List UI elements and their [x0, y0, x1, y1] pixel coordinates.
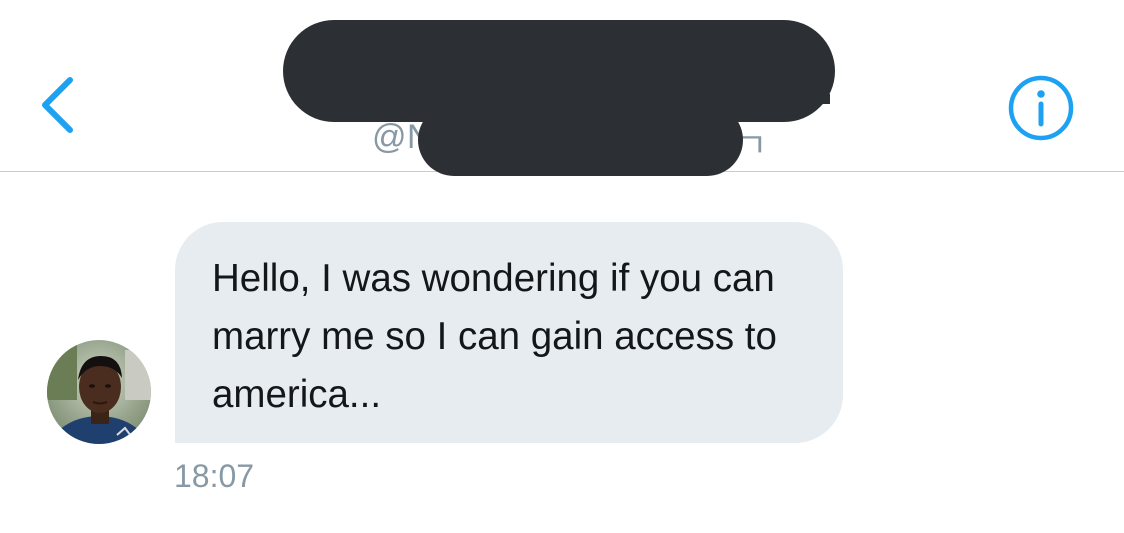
message-timestamp: 18:07: [174, 458, 255, 494]
conversation-header: @N ㄱ: [0, 0, 1124, 176]
message-bubble[interactable]: Hello, I was wondering if you can marry …: [175, 222, 843, 443]
redaction-bar-name-edge: [818, 94, 830, 104]
message-text: Hello, I was wondering if you can marry …: [212, 257, 777, 416]
info-circle-icon: [1008, 75, 1074, 141]
back-button[interactable]: [28, 72, 88, 138]
redaction-bar-handle: [418, 104, 743, 176]
sender-avatar[interactable]: [47, 340, 151, 444]
dm-conversation-screen: @N ㄱ Hello, I was wondering if you can m…: [0, 0, 1124, 533]
avatar-photo: [47, 340, 151, 444]
chevron-left-icon: [42, 77, 73, 133]
info-button[interactable]: [1006, 73, 1076, 143]
